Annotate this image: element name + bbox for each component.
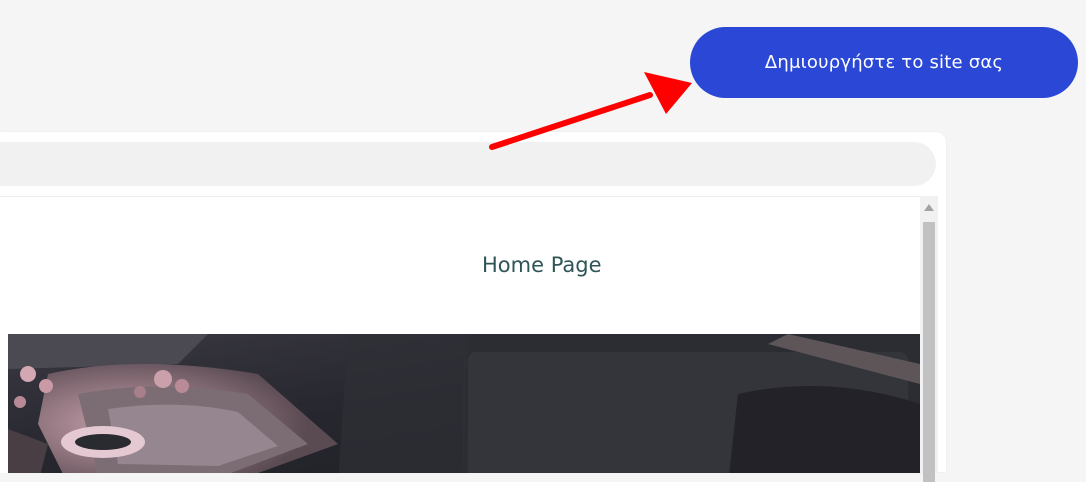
hero-photo	[8, 334, 920, 473]
preview-scrollbar[interactable]	[920, 196, 938, 482]
scroll-thumb[interactable]	[923, 222, 935, 482]
site-preview-frame: Home Page	[0, 132, 946, 482]
create-site-button[interactable]: Δημιουργήστε το site σας	[690, 27, 1078, 98]
site-nav: Home Page	[0, 197, 920, 334]
preview-viewport: Home Page	[0, 196, 920, 473]
address-bar[interactable]	[0, 142, 936, 186]
hero-image	[8, 334, 920, 473]
scroll-up-arrow-icon[interactable]	[924, 204, 934, 211]
nav-link-home-page[interactable]: Home Page	[482, 253, 602, 277]
